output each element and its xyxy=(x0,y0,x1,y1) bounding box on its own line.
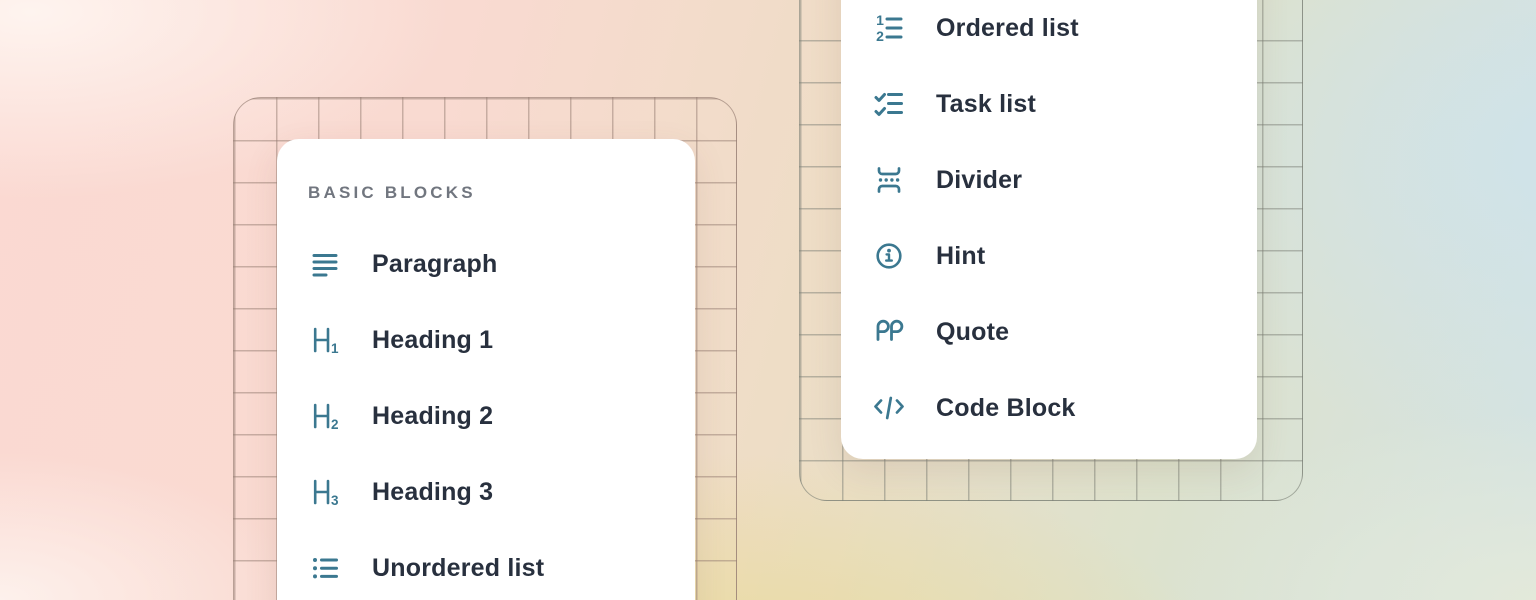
menu-item-heading-1[interactable]: 1 Heading 1 xyxy=(277,302,695,378)
paragraph-icon xyxy=(307,246,343,282)
svg-text:1: 1 xyxy=(331,341,339,356)
menu-item-label: Heading 2 xyxy=(372,402,493,431)
hero-background: BASIC BLOCKS Paragraph 1 Heading 1 2 Heading… xyxy=(0,0,1536,600)
menu-item-task-list[interactable]: Task list xyxy=(841,66,1257,142)
menu-item-heading-2[interactable]: 2 Heading 2 xyxy=(277,378,695,454)
menu-item-label: Divider xyxy=(936,166,1022,195)
svg-text:2: 2 xyxy=(876,28,884,44)
menu-item-heading-3[interactable]: 3 Heading 3 xyxy=(277,454,695,530)
heading-2-icon: 2 xyxy=(307,398,343,434)
code-block-icon xyxy=(871,390,907,426)
menu-list-basic-blocks: Paragraph 1 Heading 1 2 Heading 2 3 Heading 3 U… xyxy=(277,226,695,600)
svg-text:3: 3 xyxy=(331,493,339,508)
menu-item-label: Task list xyxy=(936,90,1036,119)
divider-icon xyxy=(871,162,907,198)
svg-text:1: 1 xyxy=(876,12,884,28)
menu-list-more-blocks: 12 Ordered list Task list Divider Hint Quote C… xyxy=(841,0,1257,446)
menu-item-unordered-list[interactable]: Unordered list xyxy=(277,530,695,600)
ordered-list-icon: 12 xyxy=(871,10,907,46)
task-list-icon xyxy=(871,86,907,122)
section-label-basic-blocks: BASIC BLOCKS xyxy=(308,181,695,205)
menu-item-label: Quote xyxy=(936,318,1009,347)
menu-item-ordered-list[interactable]: 12 Ordered list xyxy=(841,0,1257,66)
menu-item-hint[interactable]: Hint xyxy=(841,218,1257,294)
menu-item-label: Unordered list xyxy=(372,554,544,583)
heading-1-icon: 1 xyxy=(307,322,343,358)
unordered-list-icon xyxy=(307,550,343,586)
basic-blocks-menu: BASIC BLOCKS Paragraph 1 Heading 1 2 Heading… xyxy=(277,139,695,600)
blocks-menu-continued: 12 Ordered list Task list Divider Hint Quote C… xyxy=(841,0,1257,459)
menu-item-paragraph[interactable]: Paragraph xyxy=(277,226,695,302)
menu-item-label: Hint xyxy=(936,242,985,271)
menu-item-quote[interactable]: Quote xyxy=(841,294,1257,370)
menu-item-divider[interactable]: Divider xyxy=(841,142,1257,218)
quote-icon xyxy=(871,314,907,350)
menu-item-label: Code Block xyxy=(936,394,1076,423)
menu-item-label: Ordered list xyxy=(936,14,1079,43)
menu-item-label: Heading 1 xyxy=(372,326,493,355)
menu-item-label: Paragraph xyxy=(372,250,497,279)
menu-item-code-block[interactable]: Code Block xyxy=(841,370,1257,446)
svg-text:2: 2 xyxy=(331,417,339,432)
menu-item-label: Heading 3 xyxy=(372,478,493,507)
heading-3-icon: 3 xyxy=(307,474,343,510)
hint-icon xyxy=(871,238,907,274)
